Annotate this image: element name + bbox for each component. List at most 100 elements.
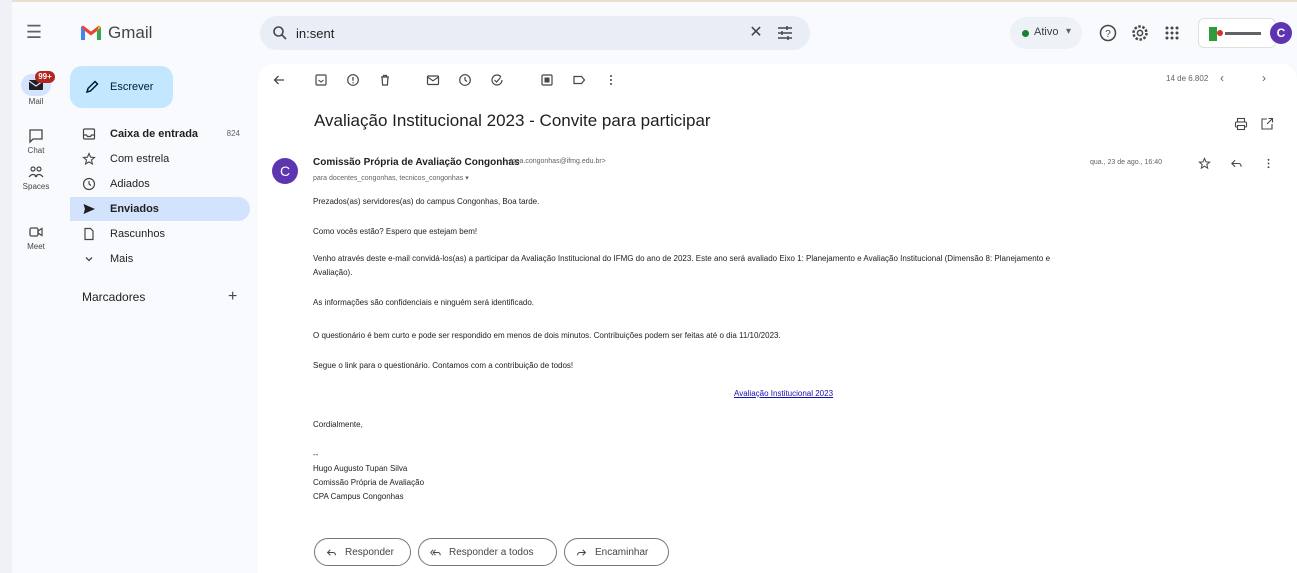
folder-nav: Caixa de entrada 824 Com estrela Adiados…: [70, 122, 250, 272]
caret-down-icon[interactable]: ▾: [465, 175, 469, 182]
inbox-icon: [82, 128, 96, 140]
star-icon: [82, 152, 96, 166]
compose-button[interactable]: Escrever: [70, 66, 173, 108]
nav-label: Mais: [110, 253, 134, 265]
nav-label: Rascunhos: [110, 228, 166, 240]
nav-label: Enviados: [110, 203, 159, 215]
labels-heading: Marcadores: [82, 290, 146, 304]
nav-item-inbox[interactable]: Caixa de entrada 824: [70, 122, 250, 146]
search-bar[interactable]: ✕: [260, 16, 810, 50]
email-subject: Avaliação Institucional 2023 - Convite p…: [314, 111, 711, 130]
logo-bar: [1209, 27, 1217, 41]
search-options-icon[interactable]: [776, 24, 794, 42]
nav-label: Com estrela: [110, 153, 170, 165]
sender-email: <cpa.congonhas@ifmg.edu.br>: [508, 158, 606, 165]
draft-icon: [84, 227, 94, 241]
search-icon[interactable]: [272, 25, 288, 41]
spaces-icon: [28, 166, 44, 178]
compose-label: Escrever: [110, 81, 154, 93]
left-strip: [0, 0, 12, 573]
back-arrow-icon[interactable]: [272, 73, 286, 87]
search-input[interactable]: [296, 22, 716, 44]
email-date: qua., 23 de ago., 16:40: [1090, 159, 1163, 166]
reply-label: Responder: [345, 547, 394, 558]
email-view: 14 de 6.802 ‹ › Avaliação Institucional …: [258, 64, 1297, 573]
nav-item-starred[interactable]: Com estrela: [70, 147, 250, 171]
account-avatar[interactable]: C: [1270, 22, 1292, 44]
rail-label-meet: Meet: [27, 242, 45, 251]
email-body-line: Como vocês estão? Espero que estejam bem…: [313, 227, 478, 236]
star-icon[interactable]: [1198, 157, 1211, 170]
clear-search-icon[interactable]: ✕: [746, 23, 766, 43]
status-dot-icon: [1022, 30, 1029, 37]
archive-icon[interactable]: [314, 73, 328, 87]
settings-gear-icon[interactable]: [1130, 23, 1150, 43]
sender-name[interactable]: Comissão Própria de Avaliação Congonhas: [313, 157, 520, 168]
email-body-line: Prezados(as) servidores(as) do campus Co…: [313, 197, 540, 206]
more-vert-icon[interactable]: [1262, 157, 1275, 170]
email-body-line: Segue o link para o questionário. Contam…: [313, 361, 574, 370]
add-label-icon[interactable]: +: [228, 288, 237, 306]
chevron-right-icon[interactable]: ›: [1262, 71, 1266, 85]
questionnaire-link[interactable]: Avaliação Institucional 2023: [734, 389, 833, 398]
gmail-logo-icon[interactable]: [80, 24, 102, 41]
help-icon[interactable]: ?: [1098, 23, 1118, 43]
email-body-line: As informações são confidenciais e ningu…: [313, 298, 535, 307]
svg-text:?: ?: [1105, 29, 1111, 40]
rail-label-mail: Mail: [28, 97, 44, 106]
status-label: Ativo: [1034, 26, 1059, 38]
status-chip[interactable]: Ativo ▾: [1010, 17, 1082, 49]
recipients-line[interactable]: para docentes_congonhas, tecnicos_congon…: [313, 174, 469, 182]
more-vert-icon[interactable]: [604, 73, 618, 87]
signature-line: CPA Campus Congonhas: [313, 492, 404, 501]
print-icon[interactable]: [1234, 117, 1248, 131]
report-spam-icon[interactable]: [346, 73, 360, 87]
add-task-icon[interactable]: [490, 73, 504, 87]
meet-icon: [29, 227, 43, 237]
signature-line: Comissão Própria de Avaliação: [313, 478, 425, 487]
email-toolbar: 14 de 6.802 ‹ ›: [258, 64, 1297, 98]
chat-icon: [29, 129, 43, 144]
signature-line: Hugo Augusto Tupan Silva: [313, 464, 408, 473]
reply-all-button[interactable]: Responder a todos: [418, 538, 557, 566]
sender-avatar[interactable]: C: [272, 158, 298, 184]
move-to-icon[interactable]: [540, 73, 554, 87]
snooze-clock-icon[interactable]: [458, 73, 472, 87]
send-icon: [83, 204, 95, 214]
rail-item-chat[interactable]: Chat: [12, 128, 60, 155]
gmail-wordmark: Gmail: [108, 23, 153, 42]
email-body-line: O questionário é bem curto e pode ser re…: [313, 331, 781, 340]
reply-button[interactable]: Responder: [314, 538, 411, 566]
chevron-left-icon[interactable]: ‹: [1220, 71, 1224, 85]
rail-label-spaces: Spaces: [22, 182, 50, 191]
label-tag-icon[interactable]: [572, 73, 586, 87]
rail-item-spaces[interactable]: Spaces: [12, 164, 60, 191]
rail-item-mail[interactable]: 99+ Mail: [12, 71, 60, 106]
forward-button[interactable]: Encaminhar: [564, 538, 669, 566]
email-body-line: Avaliação).: [313, 268, 353, 277]
main-menu-icon[interactable]: ☰: [24, 22, 44, 42]
pencil-icon: [85, 80, 99, 94]
nav-item-sent[interactable]: Enviados: [70, 197, 250, 221]
apps-grid-icon[interactable]: [1162, 23, 1182, 43]
nav-item-more[interactable]: Mais: [70, 247, 250, 271]
clock-icon: [82, 177, 96, 191]
app-rail: 99+ Mail Chat Spaces Meet: [12, 64, 60, 573]
nav-item-drafts[interactable]: Rascunhos: [70, 222, 250, 246]
pagination-text: 14 de 6.802: [1166, 74, 1209, 83]
open-new-window-icon[interactable]: [1260, 117, 1274, 131]
delete-icon[interactable]: [378, 73, 392, 87]
logo-text-mark: [1225, 32, 1261, 35]
logo-dot: [1217, 30, 1223, 36]
reply-icon[interactable]: [1230, 157, 1243, 170]
mark-unread-icon[interactable]: [426, 73, 440, 87]
nav-item-snoozed[interactable]: Adiados: [70, 172, 250, 196]
recipients-text: para docentes_congonhas, tecnicos_congon…: [313, 175, 464, 182]
chevron-down-icon: [85, 257, 93, 262]
mail-unread-badge: 99+: [35, 71, 55, 83]
top-border: [0, 0, 1297, 2]
reply-all-label: Responder a todos: [449, 547, 534, 558]
rail-item-meet[interactable]: Meet: [12, 224, 60, 251]
organization-logo[interactable]: [1198, 18, 1276, 48]
nav-label: Caixa de entrada: [110, 128, 199, 140]
